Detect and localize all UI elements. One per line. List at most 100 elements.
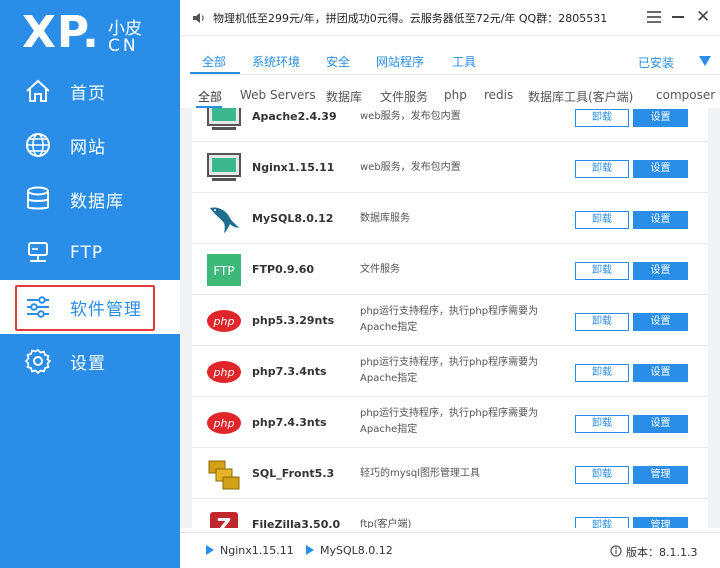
close-button[interactable]: ✕	[696, 8, 710, 26]
uninstall-button[interactable]: 卸载	[575, 364, 629, 382]
software-name: SQL_Front5.3	[252, 467, 335, 480]
software-desc: web服务，发布包内置	[360, 162, 461, 173]
settings-button[interactable]: 设置	[633, 160, 688, 178]
svg-text:php: php	[213, 366, 235, 379]
software-desc: 轻巧的mysql图形管理工具	[360, 468, 480, 479]
status-nginx[interactable]: Nginx1.15.11	[206, 544, 294, 557]
uninstall-button[interactable]: 卸载	[575, 109, 629, 127]
notice-bar: 物理机低至299元/年，拼团成功0元得。云服务器低至72元/年 QQ群：2805…	[180, 0, 720, 36]
tab-system-env[interactable]: 系统环境	[252, 53, 300, 70]
server-icon	[28, 242, 48, 262]
uninstall-button[interactable]: 卸载	[575, 211, 629, 229]
sidebar-item-website[interactable]: 网站	[0, 118, 180, 172]
uninstall-button[interactable]: 卸载	[575, 466, 629, 484]
sidebar-item-home[interactable]: 首页	[0, 64, 180, 118]
software-name: FileZilla3.50.0	[252, 518, 341, 528]
version-label: 版本：8.1.1.3	[626, 546, 698, 559]
software-name: Nginx1.15.11	[252, 161, 335, 174]
sidebar-item-label: FTP	[70, 243, 104, 263]
tab-tools[interactable]: 工具	[452, 53, 476, 70]
software-desc: php运行支持程序，执行php程序需要为Apache指定	[360, 408, 539, 435]
nginx-monitor-icon	[207, 153, 241, 181]
subtab-php[interactable]: php	[444, 88, 467, 102]
database-icon	[27, 186, 49, 210]
subtab-redis[interactable]: redis	[484, 88, 513, 102]
software-desc: 文件服务	[360, 264, 400, 275]
subtab-database[interactable]: 数据库	[326, 88, 362, 105]
settings-button[interactable]: 设置	[633, 262, 688, 280]
gear-icon	[25, 349, 51, 374]
play-icon	[206, 545, 214, 555]
subtab-file-service[interactable]: 文件服务	[380, 88, 428, 105]
right-gutter	[708, 108, 720, 528]
play-icon	[306, 545, 314, 555]
software-name: php7.4.3nts	[252, 416, 327, 429]
tab-security[interactable]: 安全	[326, 53, 350, 70]
subtab-composer[interactable]: composer	[656, 88, 715, 102]
status-bar: Nginx1.15.11 MySQL8.0.12 版本：8.1.1.3	[180, 532, 720, 568]
uninstall-button[interactable]: 卸载	[575, 160, 629, 178]
svg-text:FTP: FTP	[213, 264, 234, 278]
sidebar-item-label: 数据库	[70, 191, 124, 212]
software-list: Apache2.4.39 web服务，发布包内置 卸载 设置 Nginx1.15…	[192, 108, 708, 528]
sub-tabs: 全部 Web Servers 数据库 文件服务 php redis 数据库工具(…	[180, 84, 720, 108]
list-item-apache: Apache2.4.39 web服务，发布包内置 卸载 设置	[192, 108, 708, 142]
uninstall-button[interactable]: 卸载	[575, 262, 629, 280]
status-mysql[interactable]: MySQL8.0.12	[306, 544, 393, 557]
app-window: XP. 小皮 CN 首页 网站 数据库 FTP 软件管理 设置 物理机低至299…	[0, 0, 720, 568]
settings-button[interactable]: 设置	[633, 364, 688, 382]
settings-button[interactable]: 设置	[633, 415, 688, 433]
manage-button[interactable]: 管理	[633, 466, 688, 484]
sidebar: XP. 小皮 CN 首页 网站 数据库 FTP 软件管理 设置	[0, 0, 180, 568]
globe-icon	[26, 133, 50, 157]
software-name: MySQL8.0.12	[252, 212, 334, 225]
menu-icon[interactable]	[646, 9, 662, 25]
subtab-web-servers[interactable]: Web Servers	[240, 88, 316, 102]
info-icon	[610, 545, 622, 557]
software-desc: web服务，发布包内置	[360, 111, 461, 122]
sqlfront-icon	[208, 460, 240, 490]
filezilla-icon: Z	[210, 512, 238, 528]
settings-button[interactable]: 设置	[633, 211, 688, 229]
logo: XP. 小皮 CN	[22, 8, 172, 60]
list-item-filezilla: Z FileZilla3.50.0 ftp(客户端) 卸载 管理	[192, 500, 708, 528]
subtab-all[interactable]: 全部	[198, 88, 222, 105]
dropdown-triangle-icon[interactable]	[699, 56, 711, 66]
software-desc: php运行支持程序，执行php程序需要为Apache指定	[360, 357, 539, 384]
active-tab-indicator	[190, 72, 240, 74]
tab-divider	[190, 74, 720, 75]
php-icon: php	[207, 310, 241, 332]
software-name: FTP0.9.60	[252, 263, 315, 276]
sidebar-item-label: 网站	[70, 137, 106, 158]
software-name: php5.3.29nts	[252, 314, 335, 327]
tab-website-programs[interactable]: 网站程序	[376, 53, 424, 70]
uninstall-button[interactable]: 卸载	[575, 313, 629, 331]
mysql-dolphin-icon	[210, 207, 239, 233]
speaker-icon	[193, 13, 204, 23]
settings-button[interactable]: 设置	[633, 109, 688, 127]
manage-button[interactable]: 管理	[633, 517, 688, 528]
uninstall-button[interactable]: 卸载	[575, 415, 629, 433]
logo-main: XP.	[22, 7, 100, 58]
php-icon: php	[207, 412, 241, 434]
sidebar-item-database[interactable]: 数据库	[0, 172, 180, 226]
software-desc: ftp(客户端)	[360, 519, 412, 528]
minimize-button[interactable]	[672, 16, 684, 18]
software-name: php7.3.4nts	[252, 365, 327, 378]
status-label: Nginx1.15.11	[220, 544, 294, 557]
list-item-sqlfront: SQL_Front5.3 轻巧的mysql图形管理工具 卸载 管理	[192, 449, 708, 499]
subtab-db-tools[interactable]: 数据库工具(客户端)	[528, 88, 633, 105]
sidebar-item-ftp[interactable]: FTP	[0, 226, 180, 280]
sidebar-item-label: 首页	[70, 83, 106, 104]
sidebar-item-settings[interactable]: 设置	[0, 334, 180, 388]
tab-all[interactable]: 全部	[202, 53, 226, 70]
list-item-php73: php php7.3.4nts php运行支持程序，执行php程序需要为Apac…	[192, 347, 708, 397]
software-desc: php运行支持程序，执行php程序需要为Apache指定	[360, 306, 539, 333]
installed-filter[interactable]: 已安装	[638, 54, 674, 71]
list-item-php74: php php7.4.3nts php运行支持程序，执行php程序需要为Apac…	[192, 398, 708, 448]
left-gutter	[180, 108, 192, 528]
uninstall-button[interactable]: 卸载	[575, 517, 629, 528]
home-icon	[26, 79, 50, 102]
settings-button[interactable]: 设置	[633, 313, 688, 331]
notice-text: 物理机低至299元/年，拼团成功0元得。云服务器低至72元/年 QQ群：2805…	[213, 12, 608, 25]
